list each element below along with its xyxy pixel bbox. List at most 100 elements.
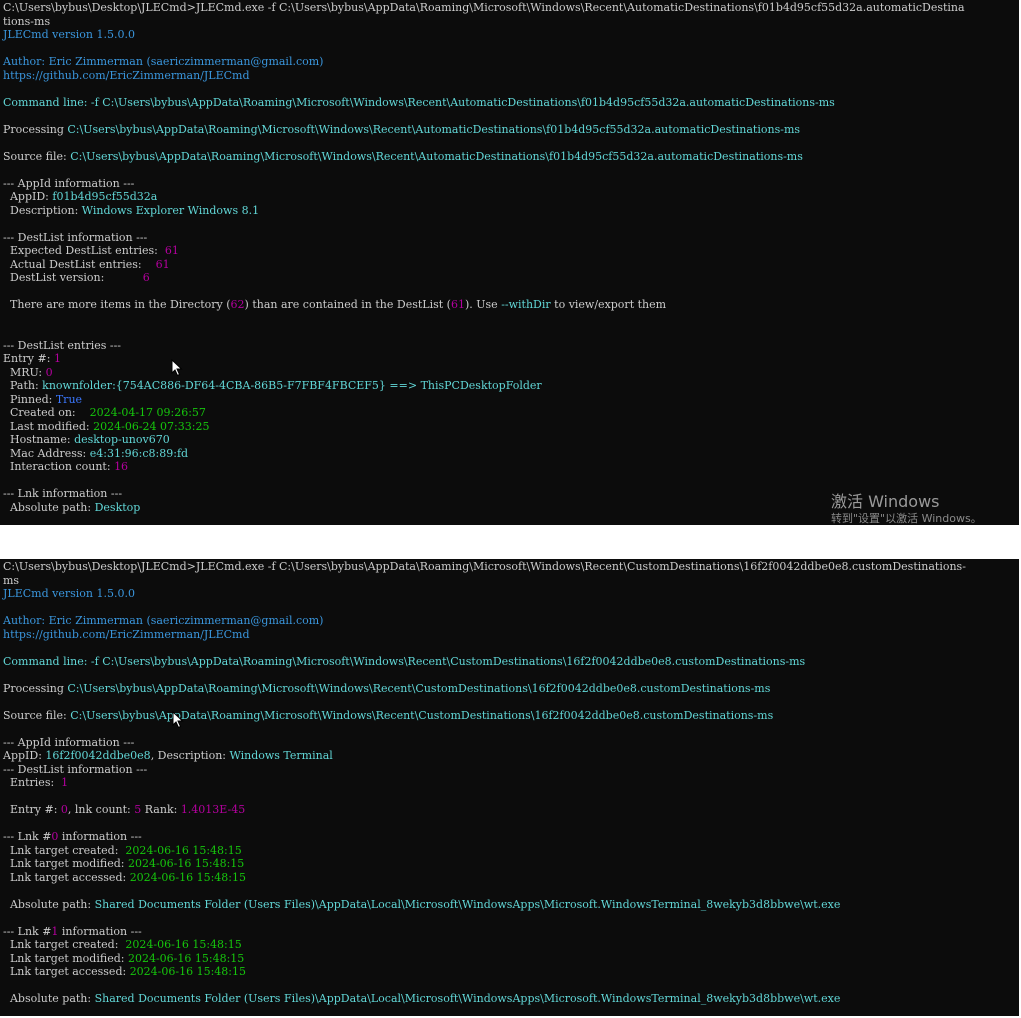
console-line: Source file: C:\Users\bybus\AppData\Roam… <box>3 150 1019 164</box>
console-text: Entry #: <box>3 803 61 816</box>
console-line: --- Lnk #1 information --- <box>3 925 1019 939</box>
console-line: Lnk target created: 2024-06-16 15:48:15 <box>3 844 1019 858</box>
console-line: Source file: C:\Users\bybus\AppData\Roam… <box>3 709 1019 723</box>
console-line: ms <box>3 574 1019 588</box>
console-line: Lnk target accessed: 2024-06-16 15:48:15 <box>3 871 1019 885</box>
console-text: desktop-unov670 <box>74 433 170 446</box>
console-line: Author: Eric Zimmerman (saericzimmerman@… <box>3 55 1019 69</box>
console-text: Absolute path: <box>3 992 95 1005</box>
console-text: tions-ms <box>3 14 51 28</box>
console-line: Lnk target modified: 2024-06-16 15:48:15 <box>3 952 1019 966</box>
terminal-window-top[interactable]: C:\Users\bybus\Desktop\JLECmd>JLECmd.exe… <box>0 0 1019 525</box>
console-output-bottom: C:\Users\bybus\Desktop\JLECmd>JLECmd.exe… <box>3 560 1019 1006</box>
console-text: JLECmd version 1.5.0.0 <box>3 587 135 600</box>
console-text: --- DestList information --- <box>3 230 148 244</box>
console-text: Windows Explorer Windows 8.1 <box>81 203 260 217</box>
console-text: 16f2f0042ddbe0e8 <box>45 749 151 762</box>
console-line: JLECmd version 1.5.0.0 <box>3 587 1019 601</box>
console-text: Absolute path: <box>3 897 95 911</box>
console-text: Actual DestList entries: <box>3 257 156 271</box>
mouse-pointer-icon <box>171 359 183 377</box>
console-text: Author: Eric Zimmerman (saericzimmerman@… <box>3 55 324 68</box>
console-line: C:\Users\bybus\Desktop\JLECmd>JLECmd.exe… <box>3 560 1019 574</box>
console-line: --- AppId information --- <box>3 177 1019 191</box>
console-text: DestList version: <box>3 271 143 284</box>
console-line: Actual DestList entries: 61 <box>3 258 1019 272</box>
console-text: Author: Eric Zimmerman (saericzimmerman@… <box>3 614 324 627</box>
console-text: Pinned: <box>3 392 56 406</box>
console-text: 1 <box>53 352 61 365</box>
console-text: --- DestList information --- <box>3 762 148 776</box>
console-line: Entries: 1 <box>3 776 1019 790</box>
console-text: 2024-06-16 15:48:15 <box>125 843 242 857</box>
console-text: ms <box>3 573 20 587</box>
console-text: There are more items in the Directory ( <box>3 298 231 311</box>
console-text: JLECmd version 1.5.0.0 <box>3 28 135 41</box>
console-text: Rank: <box>141 803 181 816</box>
console-text: 16 <box>114 460 129 473</box>
console-text: --withDir <box>501 298 551 311</box>
console-text: 1.4013E-45 <box>180 803 246 816</box>
console-text: 0 <box>60 803 68 816</box>
console-text: Absolute path: <box>3 500 95 514</box>
console-text: information --- <box>58 830 142 843</box>
console-line: --- Lnk #0 information --- <box>3 830 1019 844</box>
console-text: --- Lnk # <box>3 924 52 938</box>
console-text: Hostname: <box>3 433 75 446</box>
console-text: Lnk target created: <box>3 843 126 857</box>
console-text: to view/export them <box>550 298 667 311</box>
console-text: ). Use <box>464 298 502 311</box>
console-text: Command line: -f C:\Users\bybus\AppData\… <box>3 654 806 668</box>
console-line: AppID: f01b4d95cf55d32a <box>3 190 1019 204</box>
console-line: Path: knownfolder:{754AC886-DF64-4CBA-86… <box>3 379 1019 393</box>
console-text: Expected DestList entries: <box>3 244 165 257</box>
console-line: AppID: 16f2f0042ddbe0e8, Description: Wi… <box>3 749 1019 763</box>
console-text: Description: <box>3 203 82 217</box>
console-text: AppID: <box>3 749 46 762</box>
console-text: 6 <box>142 271 150 284</box>
console-text: , lnk count: <box>67 803 135 816</box>
console-text: --- Lnk # <box>3 830 52 843</box>
console-text: C:\Users\bybus\AppData\Roaming\Microsoft… <box>70 149 803 163</box>
console-line: Absolute path: Shared Documents Folder (… <box>3 898 1019 912</box>
console-line: Lnk target created: 2024-06-16 15:48:15 <box>3 938 1019 952</box>
console-line: https://github.com/EricZimmerman/JLECmd <box>3 628 1019 642</box>
console-line: Mac Address: e4:31:96:c8:89:fd <box>3 447 1019 461</box>
console-line: Entry #: 1 <box>3 352 1019 366</box>
terminal-window-bottom[interactable]: C:\Users\bybus\Desktop\JLECmd>JLECmd.exe… <box>0 559 1019 1016</box>
console-line: There are more items in the Directory (6… <box>3 298 1019 312</box>
console-output-top: C:\Users\bybus\Desktop\JLECmd>JLECmd.exe… <box>3 1 1019 514</box>
console-line: Lnk target accessed: 2024-06-16 15:48:15 <box>3 965 1019 979</box>
console-text: information --- <box>58 924 142 938</box>
console-text: 2024-04-17 09:26:57 <box>89 406 206 419</box>
console-line: MRU: 0 <box>3 366 1019 380</box>
console-text: Windows Terminal <box>229 749 333 762</box>
console-text: Entry #: <box>3 352 54 365</box>
console-line: Processing C:\Users\bybus\AppData\Roamin… <box>3 682 1019 696</box>
console-line: Last modified: 2024-06-24 07:33:25 <box>3 420 1019 434</box>
console-line: Interaction count: 16 <box>3 460 1019 474</box>
console-text: Source file: <box>3 149 71 163</box>
console-text: 2024-06-16 15:48:15 <box>125 938 242 951</box>
console-line: Command line: -f C:\Users\bybus\AppData\… <box>3 96 1019 110</box>
console-line: https://github.com/EricZimmerman/JLECmd <box>3 69 1019 83</box>
console-text: C:\Users\bybus\Desktop\JLECmd>JLECmd.exe… <box>3 1 965 14</box>
console-text: C:\Users\bybus\AppData\Roaming\Microsoft… <box>67 122 801 136</box>
console-text: True <box>55 392 83 406</box>
console-text: e4:31:96:c8:89:fd <box>89 446 189 460</box>
console-line: Entry #: 0, lnk count: 5 Rank: 1.4013E-4… <box>3 803 1019 817</box>
console-line: JLECmd version 1.5.0.0 <box>3 28 1019 42</box>
console-text: https://github.com/EricZimmerman/JLECmd <box>3 68 250 82</box>
